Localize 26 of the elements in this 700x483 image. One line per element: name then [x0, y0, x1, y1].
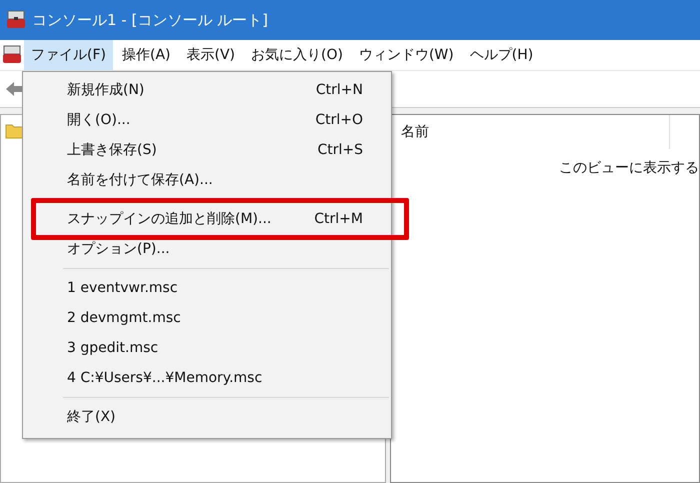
menu-item[interactable]: 2 devmgmt.msc: [67, 306, 363, 330]
menu-item[interactable]: 新規作成(N): [67, 78, 316, 102]
shortcut-label: Ctrl+M: [314, 211, 363, 227]
menu-item[interactable]: 名前を付けて保存(A)...: [67, 168, 363, 192]
toolbox-icon: [6, 10, 26, 30]
menu-item[interactable]: ヘルプ(H): [462, 40, 540, 70]
menu-item[interactable]: 3 gpedit.msc: [67, 336, 363, 360]
toolbox-icon[interactable]: [2, 45, 22, 65]
menu-item[interactable]: スナップインの追加と削除(M)...: [67, 207, 314, 231]
menu-item[interactable]: 上書き保存(S): [67, 138, 318, 162]
menu-item[interactable]: 終了(X): [67, 405, 363, 429]
shortcut-label: Ctrl+S: [317, 142, 363, 158]
menu-item[interactable]: 開く(O)...: [67, 108, 316, 132]
empty-message: このビューに表示する: [558, 159, 699, 177]
menu-item[interactable]: 表示(V): [180, 40, 242, 70]
menu-item[interactable]: オプション(P)...: [67, 237, 363, 261]
back-arrow-icon[interactable]: [4, 79, 24, 99]
menu-item[interactable]: ウィンドウ(W): [352, 40, 461, 70]
menu-item[interactable]: 操作(A): [114, 40, 178, 70]
shortcut-label: Ctrl+N: [316, 82, 363, 98]
menu-item[interactable]: 4 C:¥Users¥...¥Memory.msc: [67, 366, 363, 390]
menu-item[interactable]: お気に入り(O): [244, 40, 350, 70]
menu-item[interactable]: 1 eventvwr.msc: [67, 276, 363, 300]
shortcut-label: Ctrl+O: [315, 112, 363, 128]
window-title: コンソール1 - [コンソール ルート]: [32, 10, 268, 30]
menu-item[interactable]: ファイル(F): [24, 40, 113, 70]
